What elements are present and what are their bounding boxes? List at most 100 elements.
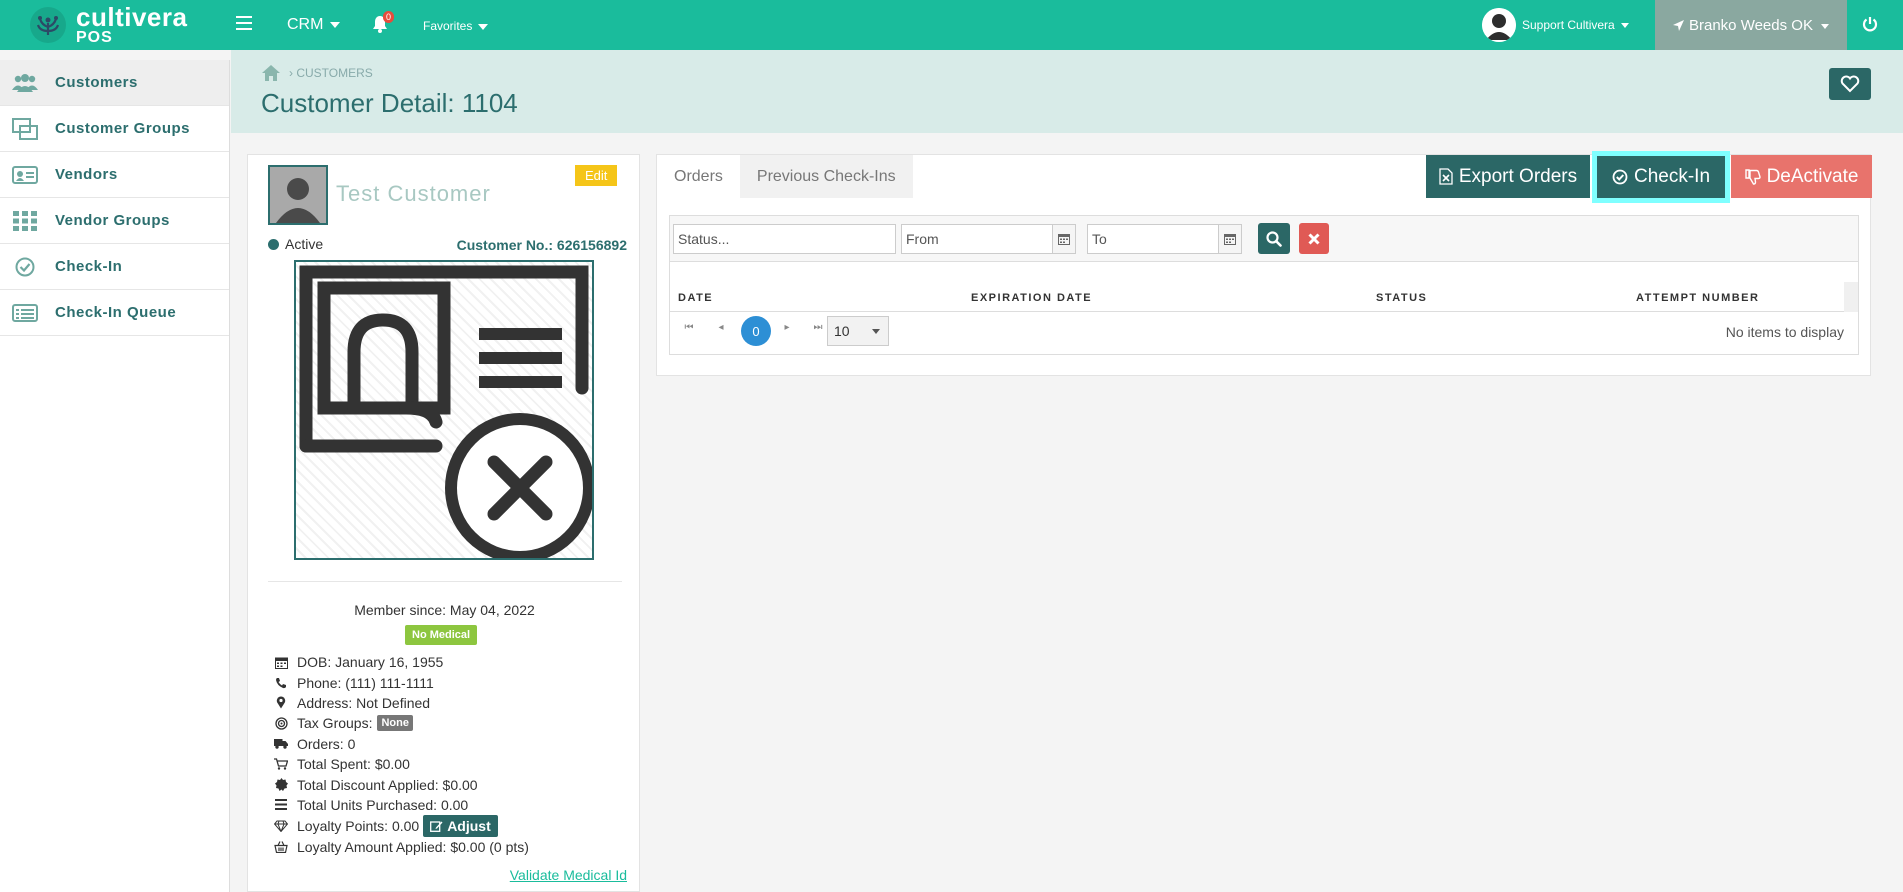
favorite-button[interactable] xyxy=(1829,68,1871,100)
check-in-label: Check-In xyxy=(1633,166,1711,187)
phone-icon xyxy=(274,676,288,690)
sidebar-item-label: Vendors xyxy=(55,166,118,183)
check-in-highlight: Check-In xyxy=(1592,151,1730,203)
sidebar-item-customers[interactable]: Customers xyxy=(0,60,229,106)
loyalty-points-text: Loyalty Points: 0.00 xyxy=(297,818,420,835)
check-circle-icon xyxy=(12,256,38,278)
grid-filters: Status... From To xyxy=(670,216,1858,262)
users-icon xyxy=(12,72,38,94)
clear-filters-button[interactable] xyxy=(1299,223,1329,254)
total-spent-text: Total Spent: $0.00 xyxy=(297,756,410,773)
notification-badge: 0 xyxy=(383,11,395,23)
sidebar: Customers Customer Groups Vendors Vendor… xyxy=(0,60,230,892)
search-button[interactable] xyxy=(1258,223,1290,254)
favorites-dropdown[interactable]: Favorites xyxy=(423,19,488,33)
sidebar-item-check-in-queue[interactable]: Check-In Queue xyxy=(0,290,229,336)
sidebar-item-check-in[interactable]: Check-In xyxy=(0,244,229,290)
customer-info-list: DOB: January 16, 1955 Phone: (111) 111-1… xyxy=(274,652,529,858)
caret-down-icon xyxy=(1820,24,1829,29)
menu-toggle-icon[interactable] xyxy=(236,16,252,32)
total-units-text: Total Units Purchased: 0.00 xyxy=(297,796,469,813)
status-filter-input[interactable]: Status... xyxy=(673,224,896,254)
divider xyxy=(268,581,622,582)
cultivera-logo[interactable]: cultivera POS xyxy=(28,4,187,46)
caret-down-icon xyxy=(329,21,340,28)
column-expiration-date[interactable]: EXPIRATION DATE xyxy=(971,292,1092,304)
check-in-button[interactable]: Check-In xyxy=(1597,156,1725,198)
loyalty-amount-text: Loyalty Amount Applied: $0.00 (0 pts) xyxy=(297,839,529,856)
tab-previous-check-ins[interactable]: Previous Check-Ins xyxy=(739,155,913,198)
column-date[interactable]: DATE xyxy=(678,292,713,304)
orders-row: Orders: 0 xyxy=(274,734,529,754)
address-text: Address: Not Defined xyxy=(297,694,431,711)
last-page-icon[interactable]: ⏭ xyxy=(808,322,828,333)
sidebar-item-label: Vendor Groups xyxy=(55,212,170,229)
sidebar-item-label: Customers xyxy=(55,74,138,91)
medical-status-badge: No Medical xyxy=(405,625,478,645)
id-card-icon xyxy=(12,164,38,186)
deactivate-button[interactable]: DeActivate xyxy=(1731,155,1872,198)
empty-message: No items to display xyxy=(1725,324,1844,340)
customer-avatar xyxy=(268,165,328,225)
sidebar-item-vendor-groups[interactable]: Vendor Groups xyxy=(0,198,229,244)
grid-pager: ⏮ ◂ 0 ▸ ⏭ 10 No items to display xyxy=(670,312,1858,354)
address-row: Address: Not Defined xyxy=(274,693,529,713)
user-name: Support Cultivera xyxy=(1522,18,1615,32)
caret-down-icon xyxy=(477,23,488,30)
from-date-input[interactable]: From xyxy=(901,224,1053,254)
sidebar-item-vendors[interactable]: Vendors xyxy=(0,152,229,198)
cart-icon xyxy=(274,757,288,771)
adjust-loyalty-button[interactable]: Adjust xyxy=(423,815,498,838)
adjust-label: Adjust xyxy=(447,818,491,835)
edit-button[interactable]: Edit xyxy=(575,165,618,186)
tab-bar: Orders Previous Check-Ins xyxy=(657,155,913,198)
breadcrumb: › CUSTOMERS xyxy=(261,64,373,82)
total-units-row: Total Units Purchased: 0.00 xyxy=(274,795,529,815)
orders-text: Orders: 0 xyxy=(297,735,356,752)
customer-name: Test Customer xyxy=(336,181,491,206)
current-page[interactable]: 0 xyxy=(741,316,771,346)
phone-row: Phone: (111) 111-1111 xyxy=(274,672,529,692)
to-date-input[interactable]: To xyxy=(1087,224,1219,254)
status-label: Active xyxy=(285,236,324,252)
home-icon[interactable] xyxy=(261,64,281,82)
breadcrumb-customers[interactable]: CUSTOMERS xyxy=(296,66,372,80)
deactivate-label: DeActivate xyxy=(1766,165,1859,187)
customer-status: Active xyxy=(268,236,323,252)
first-page-icon[interactable]: ⏮ xyxy=(679,322,699,333)
tab-orders[interactable]: Orders xyxy=(657,155,740,198)
export-orders-button[interactable]: Export Orders xyxy=(1426,155,1590,198)
next-page-icon[interactable]: ▸ xyxy=(777,322,797,333)
grid-scrollbar[interactable] xyxy=(1844,282,1858,312)
close-icon xyxy=(1308,232,1320,245)
to-calendar-button[interactable] xyxy=(1218,224,1242,254)
column-status[interactable]: STATUS xyxy=(1376,292,1427,304)
validate-medical-id-link[interactable]: Validate Medical Id xyxy=(510,867,627,883)
list-icon xyxy=(12,302,38,324)
column-attempt-number[interactable]: ATTEMPT NUMBER xyxy=(1636,292,1759,304)
user-menu[interactable]: Support Cultivera xyxy=(1482,8,1629,42)
store-selector[interactable]: Branko Weeds OK xyxy=(1655,0,1847,50)
truck-icon xyxy=(274,737,288,751)
from-calendar-button[interactable] xyxy=(1052,224,1076,254)
check-ins-grid: Status... From To DATE EXPIRATION DATE S… xyxy=(669,215,1859,355)
export-orders-label: Export Orders xyxy=(1458,165,1578,187)
tax-groups-badge: None xyxy=(377,715,413,732)
page-size-select[interactable]: 10 xyxy=(827,316,889,346)
total-discount-row: Total Discount Applied: $0.00 xyxy=(274,774,529,794)
logo-text-primary: cultivera xyxy=(76,2,188,32)
user-avatar xyxy=(1482,8,1516,42)
groups-icon xyxy=(12,117,38,140)
power-icon[interactable] xyxy=(1862,16,1878,32)
search-icon xyxy=(1266,230,1282,247)
id-missing-image xyxy=(294,260,595,563)
certificate-icon xyxy=(274,778,288,792)
bars-icon xyxy=(274,798,288,812)
tax-groups-text: Tax Groups: xyxy=(297,715,373,732)
sidebar-item-customer-groups[interactable]: Customer Groups xyxy=(0,106,229,152)
prev-page-icon[interactable]: ◂ xyxy=(711,322,731,333)
page-header: › CUSTOMERS Customer Detail: 1104 xyxy=(231,50,1903,133)
crm-dropdown[interactable]: CRM xyxy=(287,16,340,34)
total-discount-text: Total Discount Applied: $0.00 xyxy=(297,776,478,793)
caret-down-icon xyxy=(872,329,880,334)
